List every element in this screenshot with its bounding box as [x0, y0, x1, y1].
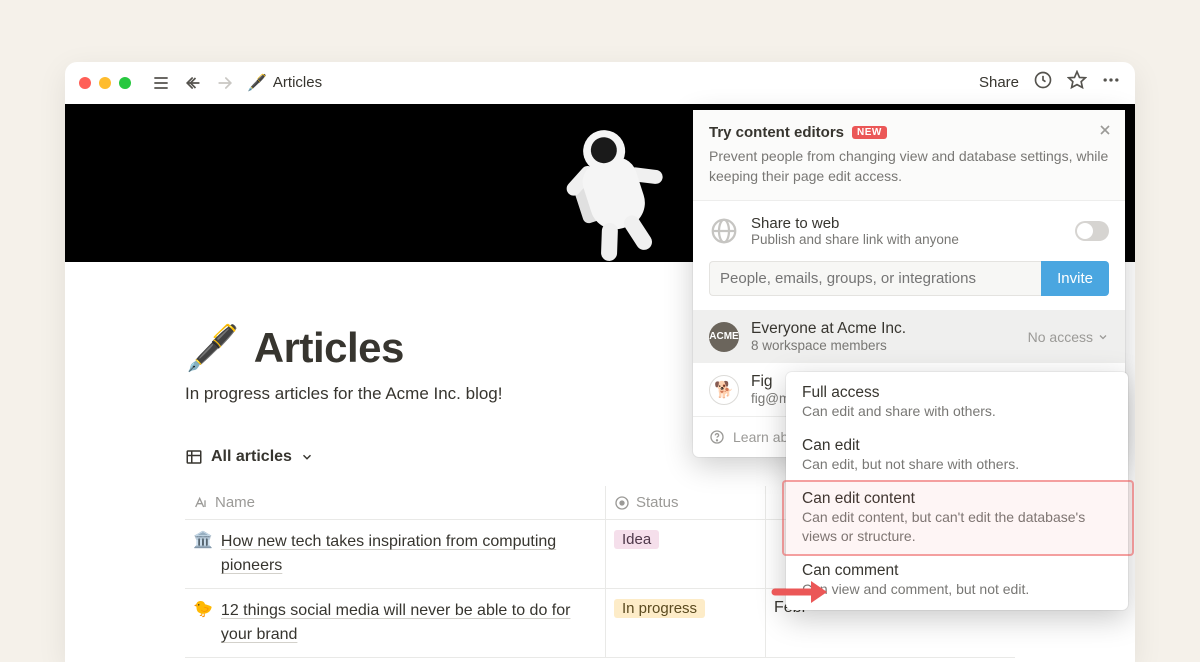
share-to-web-row[interactable]: Share to web Publish and share link with…: [693, 201, 1125, 261]
share-popover: Try content editors NEW Prevent people f…: [693, 110, 1125, 457]
avatar: ACME: [709, 322, 739, 352]
text-icon: [193, 495, 209, 511]
share-web-toggle[interactable]: [1075, 221, 1109, 241]
help-icon: [709, 429, 725, 445]
popover-banner: Try content editors NEW Prevent people f…: [693, 110, 1125, 201]
permission-dropdown[interactable]: No access: [1028, 329, 1109, 345]
status-badge: In progress: [614, 599, 705, 618]
invite-input[interactable]: [709, 261, 1041, 296]
perm-option-can-edit[interactable]: Can edit Can edit, but not share with ot…: [786, 429, 1128, 482]
chevron-down-icon: [300, 450, 314, 464]
globe-icon: [709, 216, 739, 246]
column-status[interactable]: Status: [605, 486, 765, 519]
permission-menu: Full access Can edit and share with othe…: [786, 372, 1128, 610]
close-window-icon[interactable]: [79, 77, 91, 89]
minimize-window-icon[interactable]: [99, 77, 111, 89]
breadcrumb-title: Articles: [273, 74, 322, 91]
status-icon: [614, 495, 630, 511]
share-item-sub: fig@m: [751, 391, 790, 406]
perm-option-can-comment[interactable]: Can comment Can view and comment, but no…: [786, 554, 1128, 607]
share-item-name: Fig: [751, 373, 790, 391]
titlebar: 🖋️ Articles Share: [65, 62, 1135, 104]
maximize-window-icon[interactable]: [119, 77, 131, 89]
row-emoji-icon: 🏛️: [193, 530, 213, 550]
breadcrumb[interactable]: 🖋️ Articles: [247, 73, 322, 93]
row-emoji-icon: 🐤: [193, 599, 213, 619]
avatar: 🐕: [709, 375, 739, 405]
astronaut-illustration: [535, 104, 705, 262]
arrow-annotation: [771, 578, 827, 611]
pen-icon: 🖋️: [247, 73, 267, 93]
share-web-title: Share to web: [751, 215, 959, 232]
perm-option-can-edit-content[interactable]: Can edit content Can edit content, but c…: [786, 482, 1128, 554]
sidebar-toggle-icon[interactable]: [149, 71, 173, 95]
invite-row: Invite: [693, 261, 1125, 310]
nav-back-icon[interactable]: [181, 71, 205, 95]
new-badge: NEW: [852, 126, 887, 139]
table-view-icon: [185, 448, 203, 466]
banner-description: Prevent people from changing view and da…: [709, 147, 1109, 186]
share-item-everyone[interactable]: ACME Everyone at Acme Inc. 8 workspace m…: [693, 310, 1125, 363]
banner-title: Try content editors: [709, 124, 844, 141]
page-emoji-icon[interactable]: 🖋️: [185, 322, 240, 374]
favorite-icon[interactable]: [1067, 70, 1087, 95]
perm-option-full-access[interactable]: Full access Can edit and share with othe…: [786, 376, 1128, 429]
status-badge: Idea: [614, 530, 659, 549]
share-web-subtitle: Publish and share link with anyone: [751, 232, 959, 247]
nav-forward-icon[interactable]: [213, 71, 237, 95]
close-icon[interactable]: [1097, 122, 1113, 143]
row-title: 12 things social media will never be abl…: [221, 599, 597, 647]
row-title: How new tech takes inspiration from comp…: [221, 530, 597, 578]
page-title-text: Articles: [254, 324, 404, 372]
updates-icon[interactable]: [1033, 70, 1053, 95]
more-icon[interactable]: [1101, 70, 1121, 95]
share-button[interactable]: Share: [979, 74, 1019, 91]
window-controls: [79, 77, 131, 89]
column-name[interactable]: Name: [185, 486, 605, 519]
share-item-sub: 8 workspace members: [751, 338, 906, 353]
view-name: All articles: [211, 448, 292, 466]
invite-button[interactable]: Invite: [1041, 261, 1109, 296]
app-window: 🖋️ Articles Share 🖋️ Articles In progres…: [65, 62, 1135, 662]
share-item-name: Everyone at Acme Inc.: [751, 320, 906, 338]
chevron-down-icon: [1097, 331, 1109, 343]
